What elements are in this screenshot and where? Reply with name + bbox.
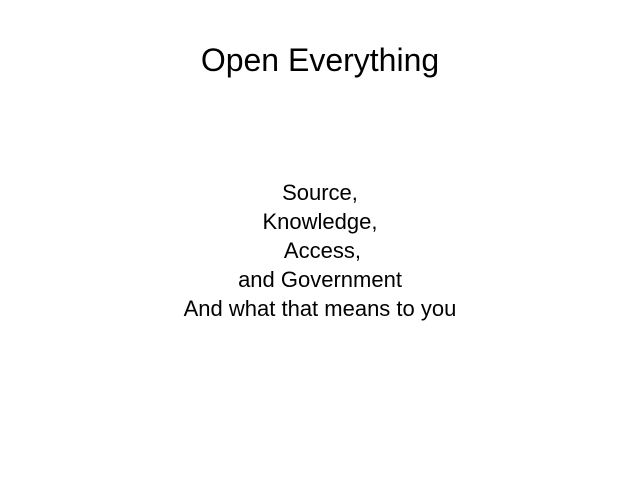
body-line-knowledge: Knowledge, (262, 209, 378, 234)
body-line-government: and Government (238, 267, 402, 292)
body-line-meaning: And what that means to you (183, 296, 457, 321)
slide-title: Open Everything (200, 42, 440, 78)
body-line-source: Source, (282, 180, 358, 205)
slide-body: Source, Knowledge, Access, and Governmen… (0, 178, 640, 323)
body-line-access: Access, (279, 238, 361, 263)
slide: Open Everything Source, Knowledge, Acces… (0, 0, 640, 480)
